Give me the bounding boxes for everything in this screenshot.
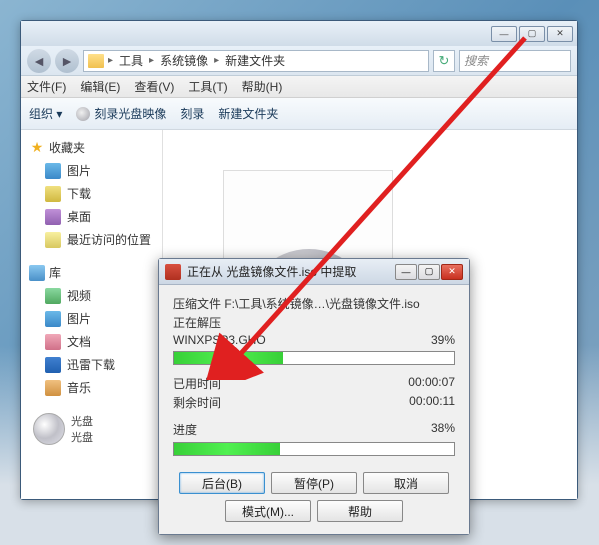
dialog-maximize-button[interactable]: ▢ — [418, 264, 440, 280]
sidebar-item-downloads[interactable]: 下载 — [25, 182, 158, 205]
disc-icon — [33, 413, 65, 445]
current-file: WINXPSP3.GHO39% — [173, 333, 455, 347]
sidebar-favorites[interactable]: ★收藏夹 — [25, 136, 158, 159]
breadcrumb-item[interactable]: 系统镜像 — [156, 52, 212, 69]
sidebar: ★收藏夹 图片 下载 桌面 最近访问的位置 库 视频 图片 文档 迅雷下载 音乐… — [21, 130, 163, 499]
sidebar-item-recent[interactable]: 最近访问的位置 — [25, 228, 158, 251]
recent-icon — [45, 232, 61, 248]
nav-fwd-icon[interactable]: ► — [55, 49, 79, 73]
total-progress: 进度38% — [173, 421, 455, 438]
iso-label: 光盘 — [71, 413, 93, 429]
sidebar-item-pictures[interactable]: 图片 — [25, 307, 158, 330]
organize-button[interactable]: 组织 ▾ — [29, 105, 62, 122]
sidebar-item-xunlei[interactable]: 迅雷下载 — [25, 353, 158, 376]
documents-icon — [45, 334, 61, 350]
dialog-title: 正在从 光盘镜像文件.iso 中提取 — [187, 263, 389, 280]
address-bar: ◄ ► ▸ 工具 ▸ 系统镜像 ▸ 新建文件夹 ↻ 搜索 — [21, 46, 577, 76]
star-icon: ★ — [29, 140, 45, 156]
archive-path: 压缩文件 F:\工具\系统镜像…\光盘镜像文件.iso — [173, 295, 455, 312]
file-progress-bar — [173, 351, 455, 365]
iso-file-item[interactable]: 光盘光盘 — [25, 409, 158, 449]
menu-view[interactable]: 查看(V) — [134, 78, 174, 95]
downloads-icon — [45, 186, 61, 202]
pause-button[interactable]: 暂停(P) — [271, 472, 357, 494]
video-icon — [45, 288, 61, 304]
refresh-button[interactable]: ↻ — [433, 50, 455, 72]
dialog-close-button[interactable]: ✕ — [441, 264, 463, 280]
folder-icon — [88, 54, 104, 68]
sidebar-item-videos[interactable]: 视频 — [25, 284, 158, 307]
menu-help[interactable]: 帮助(H) — [242, 78, 283, 95]
menu-edit[interactable]: 编辑(E) — [80, 78, 120, 95]
new-folder-button[interactable]: 新建文件夹 — [218, 105, 278, 122]
dialog-body: 压缩文件 F:\工具\系统镜像…\光盘镜像文件.iso 正在解压 WINXPSP… — [159, 285, 469, 534]
elapsed-time: 已用时间00:00:07 — [173, 375, 455, 392]
pictures-icon — [45, 163, 61, 179]
total-progress-bar — [173, 442, 455, 456]
chevron-icon: ▸ — [212, 55, 221, 66]
burn-button[interactable]: 刻录 — [180, 105, 204, 122]
cancel-button[interactable]: 取消 — [363, 472, 449, 494]
close-button[interactable]: ✕ — [547, 26, 573, 42]
dialog-minimize-button[interactable]: — — [395, 264, 417, 280]
pictures-icon — [45, 311, 61, 327]
chevron-icon: ▸ — [106, 55, 115, 66]
titlebar: — ▢ ✕ — [21, 21, 577, 46]
music-icon — [45, 380, 61, 396]
sidebar-item-pictures[interactable]: 图片 — [25, 159, 158, 182]
nav-back-icon[interactable]: ◄ — [27, 49, 51, 73]
menu-file[interactable]: 文件(F) — [27, 78, 66, 95]
search-input[interactable]: 搜索 — [459, 50, 571, 72]
xunlei-icon — [45, 357, 61, 373]
breadcrumb[interactable]: ▸ 工具 ▸ 系统镜像 ▸ 新建文件夹 — [83, 50, 429, 72]
burn-image-button[interactable]: 刻录光盘映像 — [76, 105, 166, 122]
sidebar-item-music[interactable]: 音乐 — [25, 376, 158, 399]
mode-button[interactable]: 模式(M)... — [225, 500, 311, 522]
minimize-button[interactable]: — — [491, 26, 517, 42]
background-button[interactable]: 后台(B) — [179, 472, 265, 494]
extracting-label: 正在解压 — [173, 314, 455, 331]
menu-tools[interactable]: 工具(T) — [188, 78, 227, 95]
remaining-time: 剩余时间00:00:11 — [173, 394, 455, 411]
sidebar-libraries[interactable]: 库 — [25, 261, 158, 284]
disc-icon — [76, 107, 90, 121]
sidebar-item-documents[interactable]: 文档 — [25, 330, 158, 353]
menu-bar: 文件(F) 编辑(E) 查看(V) 工具(T) 帮助(H) — [21, 76, 577, 98]
chevron-icon: ▸ — [147, 55, 156, 66]
breadcrumb-item[interactable]: 工具 — [115, 52, 147, 69]
maximize-button[interactable]: ▢ — [519, 26, 545, 42]
dialog-titlebar: 正在从 光盘镜像文件.iso 中提取 — ▢ ✕ — [159, 259, 469, 285]
toolbar: 组织 ▾ 刻录光盘映像 刻录 新建文件夹 — [21, 98, 577, 130]
winrar-icon — [165, 264, 181, 280]
desktop-icon — [45, 209, 61, 225]
iso-label: 光盘 — [71, 429, 93, 445]
help-button[interactable]: 帮助 — [317, 500, 403, 522]
sidebar-item-desktop[interactable]: 桌面 — [25, 205, 158, 228]
library-icon — [29, 265, 45, 281]
extract-dialog: 正在从 光盘镜像文件.iso 中提取 — ▢ ✕ 压缩文件 F:\工具\系统镜像… — [158, 258, 470, 535]
breadcrumb-item[interactable]: 新建文件夹 — [221, 52, 289, 69]
